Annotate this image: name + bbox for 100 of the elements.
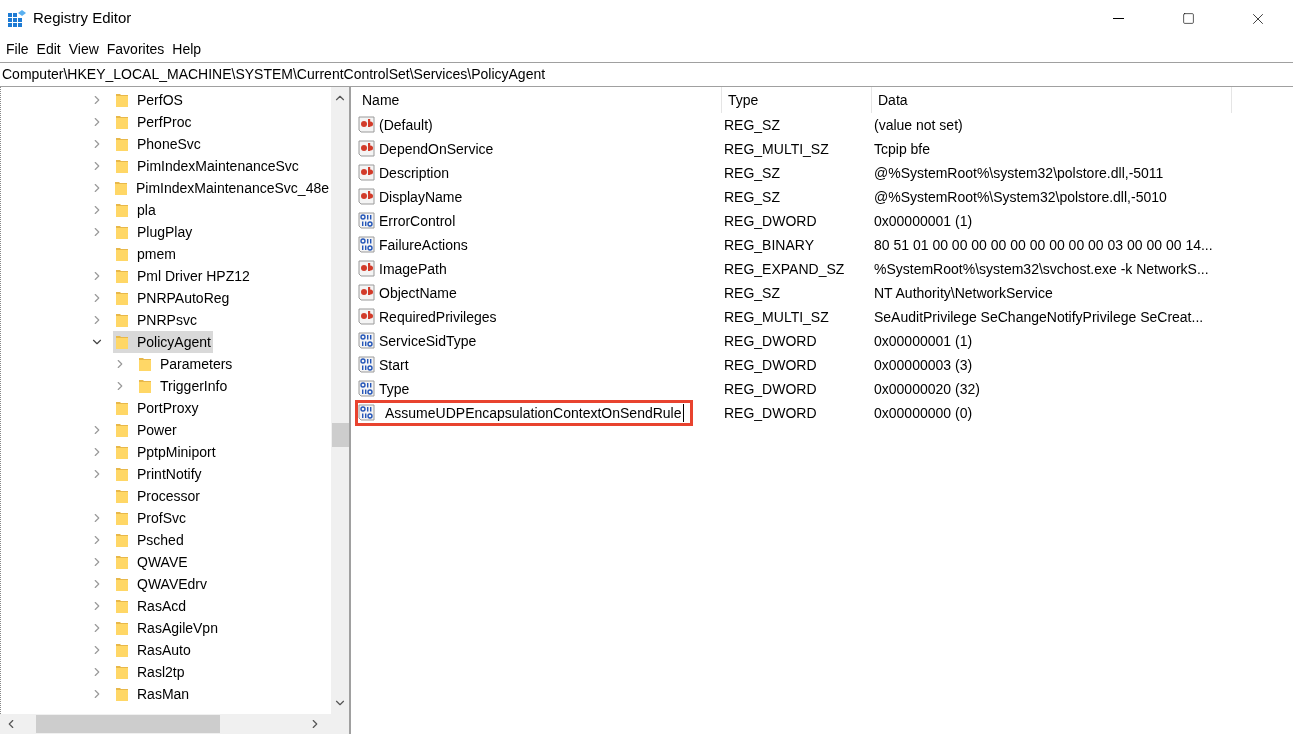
menu-item[interactable]: Favorites [102, 37, 169, 62]
folder-icon [115, 642, 129, 658]
column-header[interactable]: Name [356, 87, 722, 113]
column-header[interactable]: Data [872, 87, 1232, 113]
tree-item[interactable]: Psched [113, 529, 186, 551]
binary-value-icon [358, 332, 376, 350]
horizontal-scrollbar[interactable] [0, 714, 349, 734]
folder-icon [115, 334, 129, 350]
tree-item[interactable]: PrintNotify [113, 463, 204, 485]
string-value-icon [358, 284, 376, 302]
value-data: 0x00000000 (0) [873, 403, 973, 423]
tree-item[interactable]: PerfOS [113, 89, 185, 111]
value-type: REG_DWORD [723, 331, 818, 351]
value-name: ImagePath [379, 259, 447, 279]
string-value-icon [358, 116, 376, 134]
menu-item[interactable]: View [64, 37, 103, 62]
value-type: REG_EXPAND_SZ [723, 259, 846, 279]
folder-icon [115, 598, 129, 614]
tree-item[interactable]: RasAuto [113, 639, 193, 661]
tree-item[interactable]: PimIndexMaintenanceSvc_48e [112, 177, 331, 199]
menu-item[interactable]: Help [168, 37, 206, 62]
folder-icon [115, 422, 129, 438]
value-data: @%SystemRoot%\system32\polstore.dll,-5011 [873, 163, 1164, 183]
address-bar[interactable]: Computer\HKEY_LOCAL_MACHINE\SYSTEM\CurrentControlSet\Services\PolicyAgent [0, 62, 1293, 87]
scrollbar-thumb[interactable] [36, 715, 220, 733]
folder-icon [115, 312, 129, 328]
minimize-icon [1112, 18, 1124, 19]
tree-item[interactable]: PNRPsvc [113, 309, 199, 331]
folder-icon [138, 356, 152, 372]
value-name: ErrorControl [379, 211, 456, 231]
tree-item[interactable]: Parameters [136, 353, 235, 375]
tree-item[interactable]: RasMan [113, 683, 192, 705]
folder-icon [115, 268, 129, 284]
value-type: REG_DWORD [723, 355, 818, 375]
folder-icon [115, 114, 129, 130]
folder-icon [115, 158, 129, 174]
value-type: REG_DWORD [723, 211, 818, 231]
vertical-scrollbar[interactable] [331, 87, 349, 714]
value-name: FailureActions [379, 235, 468, 255]
value-data: 0x00000003 (3) [873, 355, 973, 375]
folder-icon [115, 136, 129, 152]
value-name: RequiredPrivileges [379, 307, 497, 327]
tree-item[interactable]: Rasl2tp [113, 661, 187, 683]
tree-item[interactable]: PNRPAutoReg [113, 287, 232, 309]
tree-item[interactable]: PortProxy [113, 397, 201, 419]
value-name: DependOnService [379, 139, 494, 159]
tree-item[interactable]: QWAVEdrv [113, 573, 209, 595]
folder-icon [115, 400, 129, 416]
menu-item[interactable]: File [2, 37, 33, 62]
value-type: REG_SZ [723, 115, 781, 135]
value-data: 0x00000001 (1) [873, 331, 973, 351]
folder-icon [115, 576, 129, 592]
value-name: ServiceSidType [379, 331, 477, 351]
folder-icon [115, 620, 129, 636]
tree-item[interactable]: PhoneSvc [113, 133, 203, 155]
menu-item[interactable]: Edit [32, 37, 65, 62]
tree-item[interactable]: pla [113, 199, 158, 221]
column-header[interactable]: Type [722, 87, 872, 113]
tree-item[interactable]: PptpMiniport [113, 441, 218, 463]
string-value-icon [358, 260, 376, 278]
value-name: ObjectName [379, 283, 457, 303]
value-type: REG_SZ [723, 187, 781, 207]
value-data: (value not set) [873, 115, 963, 135]
string-value-icon [358, 164, 376, 182]
value-data: Tcpip bfe [873, 139, 931, 159]
tree-item[interactable]: ProfSvc [113, 507, 188, 529]
tree-item[interactable]: Processor [113, 485, 203, 507]
value-type: REG_BINARY [723, 235, 815, 255]
string-value-icon [358, 140, 376, 158]
tree-item[interactable]: PlugPlay [113, 221, 195, 243]
tree-item[interactable]: Pml Driver HPZ12 [113, 265, 252, 287]
tree-item[interactable]: TriggerInfo [136, 375, 230, 397]
folder-icon [115, 664, 129, 680]
value-name: Start [379, 355, 409, 375]
binary-value-icon [358, 404, 376, 422]
folder-icon [115, 246, 129, 262]
scrollbar-thumb[interactable] [331, 423, 349, 447]
value-type: REG_DWORD [723, 379, 818, 399]
tree-item[interactable]: PolicyAgent [113, 331, 213, 353]
tree-item[interactable]: RasAcd [113, 595, 189, 617]
value-data: 0x00000020 (32) [873, 379, 980, 399]
tree-item[interactable]: RasAgileVpn [113, 617, 220, 639]
binary-value-icon [358, 236, 376, 254]
tree-item[interactable]: Power [113, 419, 179, 441]
folder-icon [115, 488, 129, 504]
folder-icon [115, 290, 129, 306]
folder-icon [115, 92, 129, 108]
binary-value-icon [358, 380, 376, 398]
rename-field[interactable]: AssumeUDPEncapsulationContextOnSendRule [355, 400, 693, 426]
tree-item[interactable]: pmem [113, 243, 178, 265]
tree-item[interactable]: PimIndexMaintenanceSvc [113, 155, 301, 177]
value-data: NT Authority\NetworkService [873, 283, 1053, 303]
tree-item[interactable]: PerfProc [113, 111, 194, 133]
folder-icon [115, 444, 129, 460]
string-value-icon [358, 188, 376, 206]
binary-value-icon [358, 356, 376, 374]
value-type: REG_SZ [723, 163, 781, 183]
folder-icon [115, 224, 129, 240]
tree-item[interactable]: QWAVE [113, 551, 190, 573]
value-type: REG_SZ [723, 283, 781, 303]
